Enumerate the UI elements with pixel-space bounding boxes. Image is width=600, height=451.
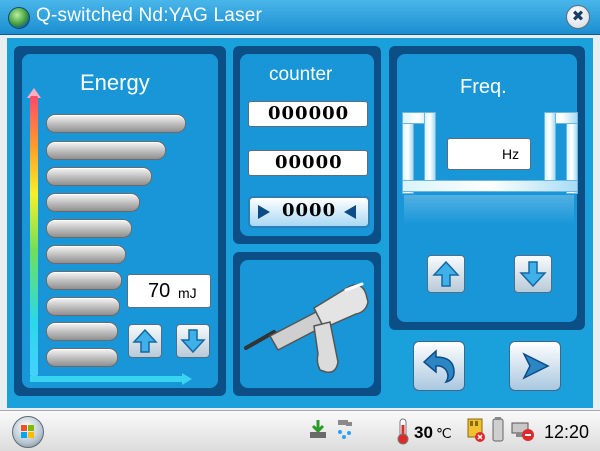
battery-icon bbox=[492, 417, 504, 442]
close-button[interactable]: ✖ bbox=[566, 5, 590, 29]
energy-level-bar[interactable] bbox=[46, 297, 120, 316]
temperature-unit: ℃ bbox=[436, 425, 452, 441]
counter-shots-value: 0000 bbox=[282, 200, 337, 221]
energy-level-bar[interactable] bbox=[46, 193, 140, 212]
frequency-down-button[interactable] bbox=[514, 255, 552, 293]
counter-heading: counter bbox=[269, 64, 333, 85]
frequency-unit: Hz bbox=[502, 146, 520, 162]
frequency-value-display: Hz bbox=[447, 138, 531, 170]
energy-baseline bbox=[30, 376, 184, 382]
counter-total-value: 000000 bbox=[268, 103, 350, 124]
frequency-pipe-inner-left bbox=[424, 112, 436, 182]
energy-level-bar[interactable] bbox=[46, 348, 118, 367]
network-disconnected-icon[interactable] bbox=[510, 419, 536, 443]
energy-level-bar[interactable] bbox=[46, 271, 122, 290]
energy-level-bar[interactable] bbox=[46, 219, 132, 238]
counter-total-display: 000000 bbox=[248, 101, 368, 127]
frequency-pipe-inner-right bbox=[544, 112, 556, 182]
energy-level-bar[interactable] bbox=[46, 141, 166, 160]
frequency-heading: Freq. bbox=[460, 76, 507, 98]
arrow-down-icon bbox=[519, 261, 547, 288]
triangle-right-icon bbox=[258, 205, 270, 219]
counter-session-value: 00000 bbox=[275, 152, 343, 173]
taskbar: 30 ℃ 12:20 bbox=[0, 410, 600, 451]
laser-handpiece-icon bbox=[244, 282, 369, 374]
start-button[interactable] bbox=[509, 341, 561, 391]
energy-color-scale bbox=[30, 96, 38, 376]
memory-card-error-icon[interactable] bbox=[466, 417, 486, 443]
undo-arrow-icon bbox=[422, 349, 455, 384]
windows-logo-icon bbox=[21, 425, 34, 438]
energy-level-bar[interactable] bbox=[46, 167, 152, 186]
energy-level-bar[interactable] bbox=[46, 114, 186, 133]
water-tap-icon[interactable] bbox=[334, 417, 354, 441]
arrow-up-icon bbox=[432, 260, 460, 287]
window-title: Q-switched Nd:YAG Laser bbox=[36, 5, 262, 26]
counter-session-display: 00000 bbox=[248, 150, 368, 176]
energy-value-display: 70 mJ bbox=[127, 274, 211, 308]
counter-reset-button[interactable]: 0000 bbox=[248, 196, 370, 228]
frequency-up-button[interactable] bbox=[427, 255, 465, 293]
download-icon[interactable] bbox=[308, 418, 328, 440]
triangle-left-icon bbox=[344, 205, 356, 219]
back-button[interactable] bbox=[413, 341, 465, 391]
clock: 12:20 bbox=[544, 422, 590, 442]
start-orb-button[interactable] bbox=[12, 416, 44, 448]
arrow-up-icon bbox=[132, 328, 158, 353]
thermometer-icon bbox=[397, 418, 409, 445]
temperature-value: 30 bbox=[414, 423, 433, 442]
energy-unit: mJ bbox=[178, 285, 197, 301]
energy-baseline-arrow-icon bbox=[182, 373, 192, 385]
energy-heading: Energy bbox=[80, 70, 150, 95]
energy-level-bar[interactable] bbox=[46, 245, 126, 264]
energy-value: 70 bbox=[148, 280, 171, 302]
energy-up-button[interactable] bbox=[128, 324, 162, 358]
frequency-pipe-bottom bbox=[402, 180, 578, 192]
energy-down-button[interactable] bbox=[176, 324, 210, 358]
frequency-pipe-reflection bbox=[404, 195, 574, 225]
arrow-down-icon bbox=[180, 329, 206, 354]
play-arrow-icon bbox=[522, 352, 550, 380]
energy-level-bar[interactable] bbox=[46, 322, 118, 341]
title-bar: Q-switched Nd:YAG Laser ✖ bbox=[0, 0, 600, 35]
globe-icon bbox=[8, 7, 30, 29]
